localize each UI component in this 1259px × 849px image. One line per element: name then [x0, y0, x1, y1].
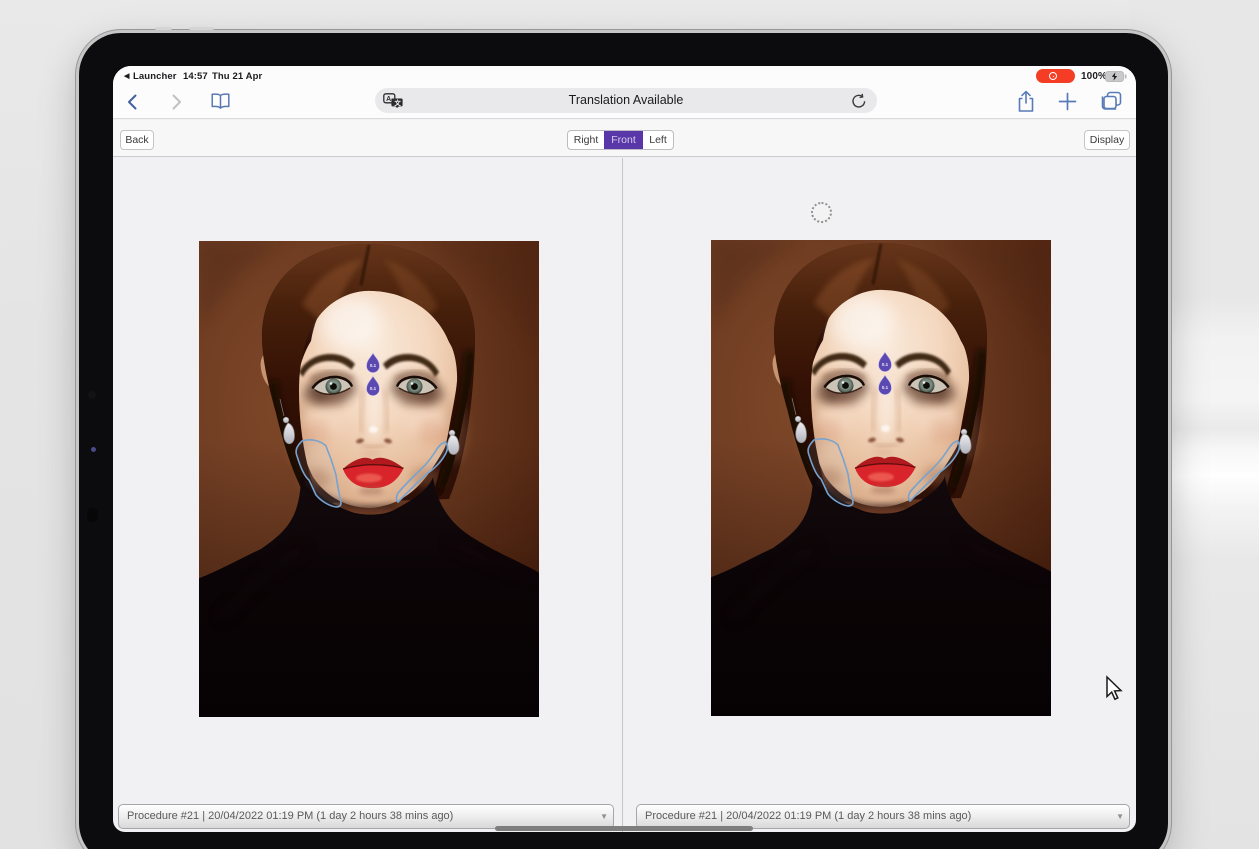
- svg-text:A: A: [386, 96, 391, 103]
- svg-text:文: 文: [393, 98, 401, 107]
